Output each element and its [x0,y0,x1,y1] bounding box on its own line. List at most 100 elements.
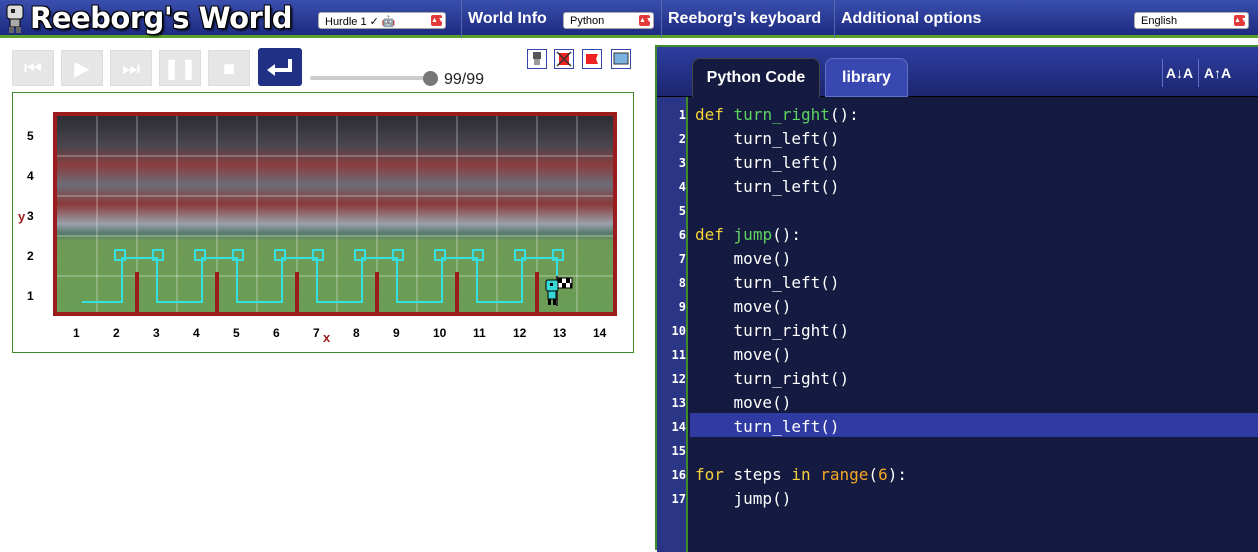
code-line[interactable]: turn_left() [695,153,840,172]
line-number: 9 [678,300,686,314]
ui-language-value: English [1141,15,1178,27]
line-number: 13 [671,396,686,410]
x-tick: 7 [313,326,320,340]
line-number: 16 [671,468,686,482]
robot-trace [82,257,558,303]
line-number: 15 [671,444,686,458]
highlight-icon [556,51,572,67]
line-number: 8 [678,276,686,290]
code-line[interactable]: turn_right() [695,321,850,340]
code-line[interactable]: jump() [695,489,792,508]
x-tick: 8 [353,326,360,340]
frame-counter: 99/99 [444,71,485,88]
x-tick: 9 [393,326,400,340]
code-line[interactable]: turn_left() [695,177,840,196]
code-line[interactable]: turn_left() [695,273,840,292]
frame-slider[interactable] [310,76,432,80]
line-number: 12 [671,372,686,386]
x-tick: 4 [193,326,200,340]
line-number: 2 [678,132,686,146]
x-tick: 3 [153,326,160,340]
world-select[interactable]: Hurdle 1 ✓ 🤖 ▲▼ [318,12,446,29]
additional-options-menu[interactable]: Additional options [841,10,981,28]
code-line[interactable]: turn_left() [695,129,840,148]
select-arrow-icon: ▲▼ [431,15,445,26]
reeborg-logo-icon [6,4,24,33]
line-number: 11 [671,348,686,362]
pause-icon: ❚❚ [163,58,197,80]
top-bar: Reeborg's World Hurdle 1 ✓ 🤖 ▲▼ World Inf… [0,0,1258,38]
editor-panel: Python Code library A↓A A↑A 1 2 3 4 5 6 7 8 9 10 1… [655,45,1258,552]
return-arrow-icon [267,59,292,76]
y-tick: 5 [27,129,34,143]
run-button[interactable]: ▶ [61,50,103,86]
code-line[interactable]: for steps in range(6): [695,465,907,484]
line-number: 6 [678,228,686,242]
skip-back-icon: ⏮ [24,58,42,80]
code-line[interactable]: def jump(): [695,225,801,244]
play-icon: ▶ [74,58,90,80]
select-arrow-icon: ▲▼ [1234,15,1248,26]
app-title: Reeborg's World [30,1,293,35]
line-number: 5 [678,204,686,218]
tab-library[interactable]: library [825,58,908,97]
pause-button[interactable]: ❚❚ [159,50,201,86]
code-line[interactable]: move() [695,297,792,316]
stop-button[interactable]: ■ [208,50,250,86]
ui-language-select[interactable]: English ▲▼ [1134,12,1249,29]
highlight-toggle-button[interactable] [554,49,574,69]
y-tick: 3 [27,209,34,223]
x-tick: 13 [553,326,567,340]
x-tick: 10 [433,326,447,340]
tile-icon [613,52,629,65]
world-grid [53,112,617,316]
line-number: 1 [678,108,686,122]
y-axis-label: y [18,209,26,224]
y-tick: 4 [27,169,34,183]
robot-icon [533,52,541,65]
code-line[interactable]: move() [695,345,792,364]
code-line[interactable]: move() [695,249,792,268]
editor-tabs: Python Code library A↓A A↑A [657,47,1258,97]
tab-python-code[interactable]: Python Code [692,58,820,97]
x-tick: 5 [233,326,240,340]
line-number: 7 [678,252,686,266]
line-number: 3 [678,156,686,170]
decrease-font-button[interactable]: A↓A [1162,59,1196,87]
world-select-value: Hurdle 1 ✓ 🤖 [325,16,396,28]
x-tick: 2 [113,326,120,340]
world-canvas [57,116,613,312]
x-tick: 6 [273,326,280,340]
slider-knob[interactable] [423,71,438,86]
stop-icon: ■ [222,58,236,80]
world-info-menu[interactable]: World Info [468,10,547,28]
reload-button[interactable]: ⏮ [12,50,54,86]
language-select-value: Python [570,15,605,27]
increase-font-button[interactable]: A↑A [1198,59,1236,87]
code-line[interactable]: turn_right() [695,369,850,388]
line-number: 17 [671,492,686,506]
sound-toggle-button[interactable] [611,49,631,69]
flag-icon [586,54,598,64]
world-edit-button[interactable] [582,49,602,69]
step-forward-icon: ⏭ [122,58,140,80]
reload-world-button[interactable] [258,48,302,86]
x-axis-label: x [323,330,331,345]
keyboard-menu[interactable]: Reeborg's keyboard [668,10,821,28]
step-button[interactable]: ⏭ [110,50,152,86]
programming-language-select[interactable]: Python ▲▼ [563,12,654,29]
goal-flag-icon [556,276,573,306]
code-editor[interactable]: 1 2 3 4 5 6 7 8 9 10 11 12 13 14 15 16 17 def turn_right… [657,97,1258,552]
code-line[interactable]: turn_left() [695,417,840,436]
y-tick: 1 [27,289,34,303]
line-number: 10 [671,324,686,338]
robot-view-button[interactable] [527,49,547,69]
x-tick: 1 [73,326,80,340]
line-number: 14 [671,420,686,434]
select-arrow-icon: ▲▼ [639,15,653,26]
code-line[interactable]: move() [695,393,792,412]
code-line[interactable]: def turn_right(): [695,105,859,124]
line-number: 4 [678,180,686,194]
line-gutter: 1 2 3 4 5 6 7 8 9 10 11 12 13 14 15 16 17 [657,97,688,552]
x-tick: 12 [513,326,527,340]
